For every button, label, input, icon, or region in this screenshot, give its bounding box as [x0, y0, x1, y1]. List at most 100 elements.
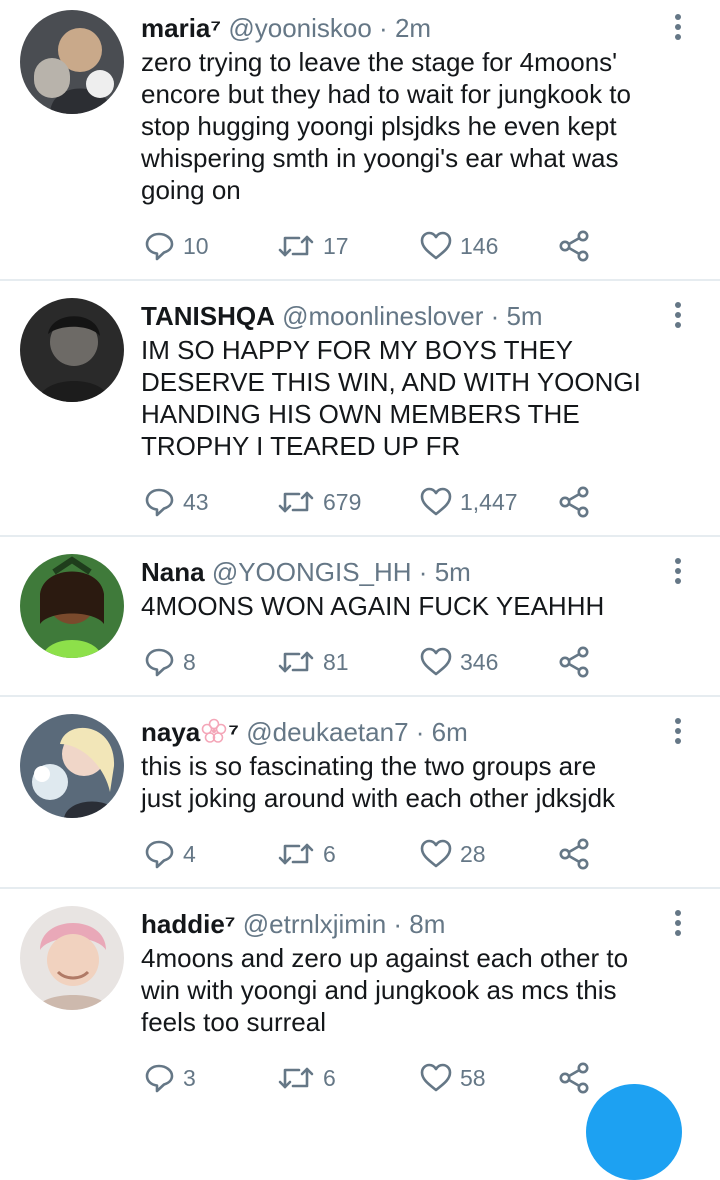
- more-vertical-icon[interactable]: [668, 558, 688, 586]
- tweet-header: naya ⁷ @deukaetan7 · 6m: [141, 716, 661, 751]
- tweet[interactable]: Nana @YOONGIS_HH · 5m 4MOONS WON AGAIN F…: [0, 544, 720, 696]
- retweet-icon: [278, 843, 314, 865]
- reply-count: 10: [183, 232, 209, 259]
- retweet-button[interactable]: 6: [277, 1061, 336, 1095]
- reply-count: 3: [183, 1064, 196, 1091]
- tweet[interactable]: naya ⁷ @deukaetan7 · 6m this is so fascin…: [0, 704, 720, 888]
- like-count: 146: [460, 232, 499, 259]
- reply-count: 8: [183, 648, 196, 675]
- reply-button[interactable]: 3: [145, 1061, 196, 1095]
- handle[interactable]: @yooniskoo: [228, 13, 371, 43]
- cherry-blossom-icon: [201, 718, 227, 751]
- display-name[interactable]: haddie⁷: [141, 909, 236, 939]
- reply-button[interactable]: 8: [145, 645, 196, 679]
- retweet-count: 679: [323, 488, 362, 515]
- heart-icon: [420, 1063, 452, 1092]
- reply-button[interactable]: 43: [145, 485, 209, 519]
- share-button[interactable]: [559, 1061, 591, 1095]
- timestamp[interactable]: 5m: [435, 557, 471, 587]
- retweet-count: 17: [323, 232, 349, 259]
- like-count: 58: [460, 1064, 486, 1091]
- reply-icon: [145, 232, 174, 261]
- separator: ·: [371, 13, 395, 43]
- separator: ·: [411, 557, 435, 587]
- avatar[interactable]: [20, 906, 124, 1010]
- timestamp[interactable]: 5m: [506, 301, 542, 331]
- tweet[interactable]: maria⁷ @yooniskoo · 2m zero trying to le…: [0, 0, 720, 280]
- tweet-actions: 8 81 346: [141, 645, 661, 679]
- retweet-button[interactable]: 6: [277, 837, 336, 871]
- compose-tweet-button[interactable]: [586, 1084, 682, 1180]
- reply-button[interactable]: 4: [145, 837, 196, 871]
- timestamp[interactable]: 8m: [409, 909, 445, 939]
- avatar[interactable]: [20, 298, 124, 402]
- separator: ·: [408, 717, 432, 747]
- tweet[interactable]: haddie⁷ @etrnlxjimin · 8m 4moons and zer…: [0, 896, 720, 1105]
- handle[interactable]: @etrnlxjimin: [243, 909, 386, 939]
- display-name[interactable]: maria⁷: [141, 13, 221, 43]
- retweet-count: 6: [323, 1064, 336, 1091]
- share-icon: [559, 838, 589, 870]
- share-button[interactable]: [559, 485, 591, 519]
- retweet-button[interactable]: 679: [277, 485, 361, 519]
- share-button[interactable]: [559, 645, 591, 679]
- avatar[interactable]: [20, 714, 124, 818]
- heart-icon: [420, 487, 452, 516]
- separator: ·: [386, 909, 410, 939]
- more-vertical-icon[interactable]: [668, 910, 688, 938]
- handle[interactable]: @YOONGIS_HH: [212, 557, 412, 587]
- retweet-icon: [278, 491, 314, 513]
- like-button[interactable]: 146: [420, 229, 498, 263]
- tweet-actions: 3 6 58: [141, 1061, 661, 1095]
- avatar[interactable]: [20, 554, 124, 658]
- tweet-actions: 4 6 28: [141, 837, 661, 871]
- reply-icon: [145, 648, 174, 677]
- like-button[interactable]: 28: [420, 837, 486, 871]
- reply-count: 4: [183, 840, 196, 867]
- display-name[interactable]: naya: [141, 717, 200, 747]
- share-button[interactable]: [559, 229, 591, 263]
- tweet-text: 4moons and zero up against each other to…: [141, 943, 629, 1037]
- handle[interactable]: @deukaetan7: [246, 717, 408, 747]
- more-vertical-icon[interactable]: [668, 302, 688, 330]
- share-icon: [559, 230, 589, 262]
- like-button[interactable]: 58: [420, 1061, 486, 1095]
- avatar[interactable]: [20, 10, 124, 114]
- reply-button[interactable]: 10: [145, 229, 209, 263]
- timestamp[interactable]: 2m: [395, 13, 431, 43]
- divider: [0, 695, 720, 697]
- retweet-icon: [278, 235, 314, 257]
- like-button[interactable]: 1,447: [420, 485, 518, 519]
- reply-icon: [145, 1064, 174, 1093]
- heart-icon: [420, 839, 452, 868]
- divider: [0, 279, 720, 281]
- reply-count: 43: [183, 488, 209, 515]
- tweet-text: IM SO HAPPY FOR MY BOYS THEY DESERVE THI…: [141, 335, 641, 461]
- share-icon: [559, 646, 589, 678]
- tweet[interactable]: TANISHQA @moonlineslover · 5m IM SO HAPP…: [0, 288, 720, 536]
- retweet-button[interactable]: 81: [277, 645, 349, 679]
- like-count: 346: [460, 648, 499, 675]
- display-name[interactable]: Nana: [141, 557, 205, 587]
- tweet-text: this is so fascinating the two groups ar…: [141, 751, 616, 813]
- tweet-header: haddie⁷ @etrnlxjimin · 8m: [141, 908, 661, 940]
- share-icon: [559, 486, 589, 518]
- handle[interactable]: @moonlineslover: [282, 301, 483, 331]
- heart-icon: [420, 647, 452, 676]
- separator: ·: [483, 301, 507, 331]
- more-vertical-icon[interactable]: [668, 14, 688, 42]
- tweet-actions: 10 17 146: [141, 229, 661, 263]
- heart-icon: [420, 231, 452, 260]
- timestamp[interactable]: 6m: [432, 717, 468, 747]
- tweet-header: TANISHQA @moonlineslover · 5m: [141, 300, 661, 332]
- like-button[interactable]: 346: [420, 645, 498, 679]
- tweet-header: maria⁷ @yooniskoo · 2m: [141, 12, 661, 44]
- more-vertical-icon[interactable]: [668, 718, 688, 746]
- share-button[interactable]: [559, 837, 591, 871]
- display-name[interactable]: TANISHQA: [141, 301, 275, 331]
- retweet-button[interactable]: 17: [277, 229, 349, 263]
- tweet-header: Nana @YOONGIS_HH · 5m: [141, 556, 661, 588]
- tweet-text: 4MOONS WON AGAIN FUCK YEAHHH: [141, 591, 605, 621]
- retweet-icon: [278, 651, 314, 673]
- like-count: 1,447: [460, 488, 518, 515]
